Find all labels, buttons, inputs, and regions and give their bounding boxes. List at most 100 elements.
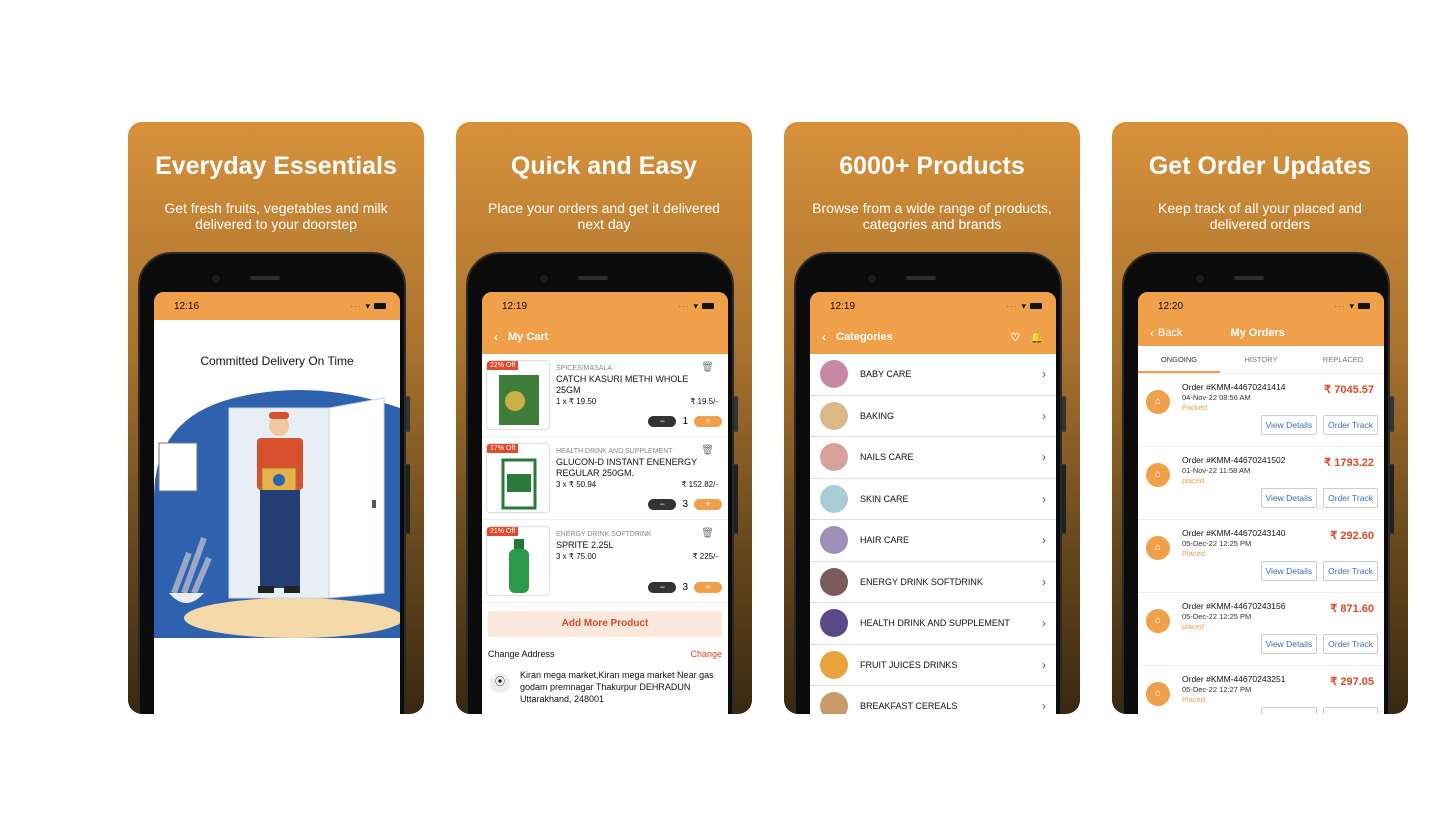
decrease-button[interactable]: − bbox=[648, 582, 677, 593]
decrease-button[interactable]: − bbox=[648, 416, 677, 427]
cart-item: 21% Off ENERGY DRINK SOFTDRINK SPRITE 2.… bbox=[482, 520, 728, 603]
camera-icon bbox=[868, 275, 876, 283]
quantity-value: 1 bbox=[682, 416, 688, 427]
increase-button[interactable]: + bbox=[694, 416, 722, 427]
camera-icon bbox=[1196, 275, 1204, 283]
view-details-button[interactable]: View Details bbox=[1260, 634, 1318, 654]
card-subtitle: Keep track of all your placed and delive… bbox=[1158, 200, 1362, 232]
status-bar: 12:19 ··· ▾ bbox=[810, 292, 1056, 320]
category-row[interactable]: SKIN CARE › bbox=[810, 479, 1056, 520]
status-time: 12:20 bbox=[1158, 300, 1184, 312]
view-details-button[interactable]: View Details bbox=[1260, 561, 1318, 581]
order-actions: View DetailsOrder Track bbox=[1260, 634, 1378, 654]
battery-icon bbox=[1030, 303, 1042, 309]
status-bar: 12:20 ··· ▾ bbox=[1138, 292, 1384, 320]
promo-card-cart: Quick and Easy Place your orders and get… bbox=[456, 122, 752, 714]
order-list: ⌂ Order #KMM-44670241414 04-Nov-22 08:56 A… bbox=[1138, 374, 1384, 714]
battery-icon bbox=[374, 303, 386, 309]
card-title: Get Order Updates bbox=[1148, 152, 1372, 180]
app-bar: ‹ Categories ♡ 🔔 bbox=[810, 320, 1056, 354]
quantity-stepper: − 1 + bbox=[648, 416, 722, 427]
order-track-button[interactable]: Order Track bbox=[1323, 707, 1378, 714]
category-row[interactable]: FRUIT JUICES DRINKS › bbox=[810, 645, 1056, 686]
speaker bbox=[250, 276, 280, 280]
bell-icon[interactable]: 🔔 bbox=[1030, 331, 1044, 344]
order-date: 04-Nov-22 08:56 AM bbox=[1182, 393, 1251, 402]
category-row[interactable]: HAIR CARE › bbox=[810, 520, 1056, 562]
product-category: SPICES/MASALA bbox=[556, 365, 613, 372]
category-row[interactable]: BREAKFAST CEREALS › bbox=[810, 686, 1056, 714]
category-image bbox=[820, 650, 848, 679]
change-address-label: Change Address bbox=[488, 649, 555, 659]
category-row[interactable]: BABY CARE › bbox=[810, 354, 1056, 396]
tab-ongoing[interactable]: ONGOING bbox=[1138, 346, 1220, 373]
quantity-value: 3 bbox=[682, 499, 688, 510]
basket-icon: ⌂ bbox=[1146, 609, 1170, 633]
screen-title: My Cart bbox=[508, 331, 549, 343]
order-date: 05-Dec-22 12:25 PM bbox=[1182, 612, 1252, 621]
order-status: Placed bbox=[1182, 695, 1205, 704]
chevron-right-icon: › bbox=[1042, 367, 1046, 382]
category-row[interactable]: BAKING › bbox=[810, 396, 1056, 437]
order-status: Packed bbox=[1182, 403, 1208, 412]
change-address-link[interactable]: Change bbox=[690, 649, 722, 659]
quantity-price: 1 x ₹ 19.50 bbox=[556, 397, 597, 406]
category-label: HAIR CARE bbox=[860, 535, 910, 546]
product-category: ENERGY DRINK SOFTDRINK bbox=[556, 531, 652, 538]
view-details-button[interactable]: View Details bbox=[1260, 488, 1318, 508]
chevron-right-icon: › bbox=[1042, 450, 1046, 465]
order-track-button[interactable]: Order Track bbox=[1323, 561, 1378, 581]
order-id: Order #KMM-44670243251 bbox=[1182, 674, 1286, 684]
phone-frame: 12:19 ··· ▾ ‹ My Cart 22% Off SPICES/MASA… bbox=[466, 252, 738, 714]
tab-replaced[interactable]: REPLACED bbox=[1302, 346, 1384, 373]
order-id: Order #KMM-44670243140 bbox=[1182, 528, 1286, 538]
order-amount: ₹ 871.60 bbox=[1330, 603, 1374, 615]
status-time: 12:19 bbox=[502, 300, 528, 312]
category-image bbox=[820, 360, 848, 389]
trash-icon[interactable]: 🗑 bbox=[701, 362, 714, 373]
status-time: 12:19 bbox=[830, 300, 856, 312]
decrease-button[interactable]: − bbox=[648, 499, 677, 510]
category-label: HEALTH DRINK AND SUPPLEMENT bbox=[860, 618, 1010, 629]
quantity-price: 3 x ₹ 50.94 bbox=[556, 480, 597, 489]
speaker bbox=[578, 276, 608, 280]
quantity-price: 3 x ₹ 75.00 bbox=[556, 552, 597, 561]
category-row[interactable]: ENERGY DRINK SOFTDRINK › bbox=[810, 562, 1056, 603]
power-button bbox=[734, 396, 738, 432]
power-button bbox=[1062, 396, 1066, 432]
order-track-button[interactable]: Order Track bbox=[1323, 415, 1378, 435]
back-arrow-icon[interactable]: ‹ bbox=[1150, 326, 1154, 340]
promo-card-products: 6000+ Products Browse from a wide range … bbox=[784, 122, 1080, 714]
category-row[interactable]: HEALTH DRINK AND SUPPLEMENT › bbox=[810, 603, 1056, 645]
order-track-button[interactable]: Order Track bbox=[1323, 634, 1378, 654]
category-row[interactable]: NAILS CARE › bbox=[810, 437, 1056, 479]
add-more-product-button[interactable]: Add More Product bbox=[488, 611, 722, 637]
card-title: Quick and Easy bbox=[510, 152, 698, 180]
order-track-button[interactable]: Order Track bbox=[1323, 488, 1378, 508]
wifi-icon: ▾ bbox=[1021, 300, 1026, 311]
order-amount: ₹ 7045.57 bbox=[1324, 384, 1374, 396]
category-label: NAILS CARE bbox=[860, 452, 914, 463]
category-image bbox=[820, 443, 848, 472]
basket-icon: ⌂ bbox=[1146, 390, 1170, 414]
volume-button bbox=[406, 464, 410, 534]
trash-icon[interactable]: 🗑 bbox=[701, 528, 714, 539]
heart-icon[interactable]: ♡ bbox=[1010, 331, 1020, 344]
product-image: 21% Off bbox=[486, 526, 550, 596]
chevron-right-icon: › bbox=[1042, 533, 1046, 548]
view-details-button[interactable]: View Details bbox=[1260, 707, 1318, 714]
order-actions: View Details Order Track bbox=[1260, 707, 1378, 714]
back-link[interactable]: Back bbox=[1158, 327, 1182, 339]
line-total: ₹ 152.82/- bbox=[681, 480, 718, 489]
tab-history[interactable]: HISTORY bbox=[1220, 346, 1302, 373]
increase-button[interactable]: + bbox=[694, 499, 722, 510]
trash-icon[interactable]: 🗑 bbox=[701, 445, 714, 456]
order-date: 01-Nov-22 11:58 AM bbox=[1182, 466, 1251, 475]
category-image bbox=[820, 526, 848, 555]
view-details-button[interactable]: View Details bbox=[1260, 415, 1318, 435]
back-arrow-icon[interactable]: ‹ bbox=[822, 330, 826, 344]
order-amount: ₹ 297.05 bbox=[1330, 676, 1374, 688]
increase-button[interactable]: + bbox=[694, 582, 722, 593]
screen-title: Categories bbox=[836, 331, 893, 343]
back-arrow-icon[interactable]: ‹ bbox=[494, 330, 498, 344]
